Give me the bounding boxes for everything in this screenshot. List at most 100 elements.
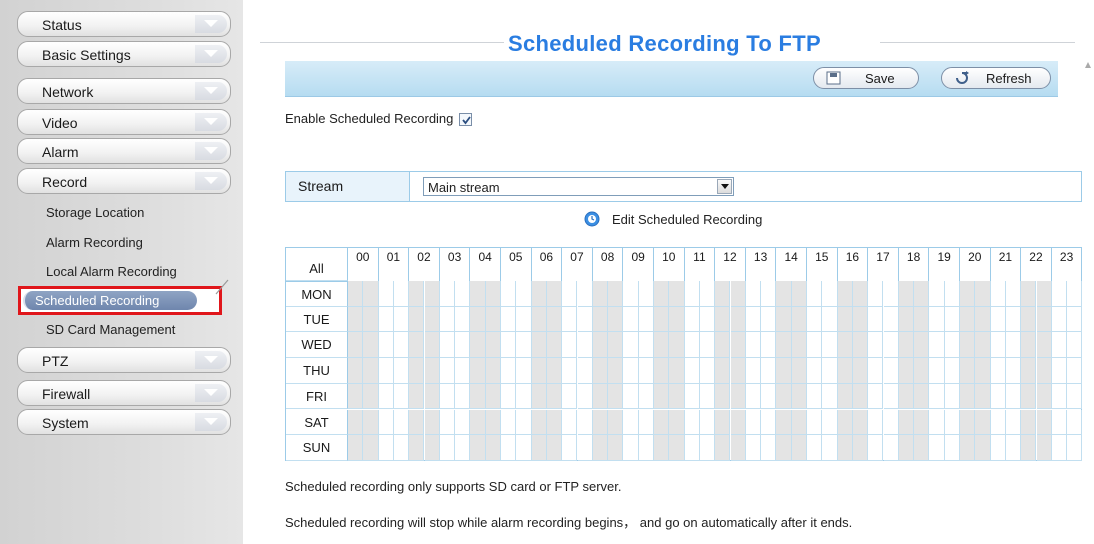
schedule-cell[interactable] (363, 435, 379, 461)
schedule-cell[interactable] (975, 358, 991, 384)
schedule-cell[interactable] (439, 383, 456, 410)
schedule-cell[interactable] (960, 409, 976, 436)
schedule-cell[interactable] (822, 435, 838, 461)
schedule-cell[interactable] (409, 306, 425, 333)
schedule-cell[interactable] (776, 332, 792, 359)
submenu-item-sd-card-management[interactable]: SD Card Management (46, 322, 175, 337)
schedule-cell[interactable] (378, 435, 394, 461)
schedule-cell[interactable] (393, 409, 410, 436)
menu-item-video[interactable]: Video (17, 109, 231, 135)
schedule-cell[interactable] (1051, 306, 1068, 333)
schedule-cell[interactable] (546, 435, 563, 461)
schedule-cell[interactable] (807, 358, 823, 384)
schedule-cell[interactable] (348, 332, 364, 359)
schedule-cell[interactable] (1051, 435, 1068, 461)
schedule-cell[interactable] (761, 281, 777, 307)
schedule-cell[interactable] (944, 281, 960, 307)
hour-header[interactable]: 03 (440, 248, 471, 281)
schedule-cell[interactable] (531, 306, 547, 333)
schedule-cell[interactable] (577, 306, 593, 333)
day-header[interactable]: THU (286, 358, 348, 384)
schedule-cell[interactable] (577, 435, 593, 461)
schedule-cell[interactable] (1036, 358, 1052, 384)
schedule-cell[interactable] (1036, 435, 1052, 461)
schedule-cell[interactable] (393, 281, 410, 307)
schedule-cell[interactable] (822, 281, 838, 307)
schedule-cell[interactable] (424, 358, 440, 384)
schedule-cell[interactable] (424, 306, 440, 333)
schedule-cell[interactable] (898, 281, 915, 307)
schedule-cell[interactable] (669, 409, 685, 436)
schedule-cell[interactable] (715, 306, 731, 333)
schedule-cell[interactable] (1067, 409, 1083, 436)
schedule-cell[interactable] (1005, 281, 1022, 307)
schedule-cell[interactable] (546, 306, 563, 333)
schedule-cell[interactable] (378, 358, 394, 384)
schedule-cell[interactable] (409, 332, 425, 359)
schedule-cell[interactable] (745, 306, 762, 333)
schedule-cell[interactable] (592, 383, 609, 410)
schedule-cell[interactable] (975, 435, 991, 461)
schedule-cell[interactable] (1021, 383, 1037, 410)
schedule-cell[interactable] (439, 409, 456, 436)
stream-select[interactable]: Main stream (423, 177, 734, 196)
hour-header[interactable]: 02 (409, 248, 440, 281)
submenu-item-alarm-recording[interactable]: Alarm Recording (46, 235, 143, 250)
schedule-cell[interactable] (363, 306, 379, 333)
schedule-cell[interactable] (730, 332, 746, 359)
schedule-cell[interactable] (546, 409, 563, 436)
schedule-cell[interactable] (654, 332, 670, 359)
schedule-cell[interactable] (868, 281, 884, 307)
schedule-cell[interactable] (807, 409, 823, 436)
schedule-cell[interactable] (1036, 281, 1052, 307)
schedule-cell[interactable] (455, 332, 471, 359)
schedule-cell[interactable] (1021, 358, 1037, 384)
schedule-cell[interactable] (990, 435, 1006, 461)
schedule-cell[interactable] (791, 332, 807, 359)
schedule-cell[interactable] (562, 281, 578, 307)
schedule-cell[interactable] (455, 358, 471, 384)
hour-header[interactable]: 01 (379, 248, 410, 281)
schedule-cell[interactable] (914, 281, 930, 307)
schedule-cell[interactable] (608, 281, 624, 307)
schedule-cell[interactable] (837, 281, 853, 307)
schedule-cell[interactable] (852, 409, 869, 436)
schedule-cell[interactable] (837, 435, 853, 461)
schedule-cell[interactable] (623, 358, 639, 384)
schedule-cell[interactable] (883, 306, 899, 333)
schedule-cell[interactable] (1005, 306, 1022, 333)
hour-header[interactable]: 16 (838, 248, 869, 281)
schedule-cell[interactable] (715, 332, 731, 359)
schedule-cell[interactable] (852, 332, 869, 359)
schedule-cell[interactable] (654, 306, 670, 333)
schedule-cell[interactable] (1036, 306, 1052, 333)
menu-item-basic-settings[interactable]: Basic Settings (17, 41, 231, 67)
hour-header[interactable]: 10 (654, 248, 685, 281)
schedule-cell[interactable] (822, 332, 838, 359)
schedule-cell[interactable] (822, 409, 838, 436)
hour-header[interactable]: 11 (685, 248, 716, 281)
schedule-cell[interactable] (914, 332, 930, 359)
schedule-cell[interactable] (898, 306, 915, 333)
schedule-cell[interactable] (868, 332, 884, 359)
schedule-cell[interactable] (623, 332, 639, 359)
schedule-cell[interactable] (485, 409, 501, 436)
menu-item-system[interactable]: System (17, 409, 231, 435)
schedule-cell[interactable] (592, 281, 609, 307)
schedule-cell[interactable] (822, 383, 838, 410)
schedule-cell[interactable] (761, 306, 777, 333)
menu-item-alarm[interactable]: Alarm (17, 138, 231, 164)
hour-header[interactable]: 17 (868, 248, 899, 281)
schedule-cell[interactable] (761, 383, 777, 410)
schedule-cell[interactable] (791, 358, 807, 384)
schedule-cell[interactable] (501, 281, 517, 307)
schedule-cell[interactable] (577, 281, 593, 307)
schedule-cell[interactable] (914, 409, 930, 436)
schedule-cell[interactable] (592, 306, 609, 333)
schedule-cell[interactable] (455, 383, 471, 410)
schedule-cell[interactable] (393, 306, 410, 333)
schedule-cell[interactable] (669, 435, 685, 461)
schedule-cell[interactable] (776, 306, 792, 333)
schedule-cell[interactable] (501, 435, 517, 461)
schedule-cell[interactable] (852, 383, 869, 410)
